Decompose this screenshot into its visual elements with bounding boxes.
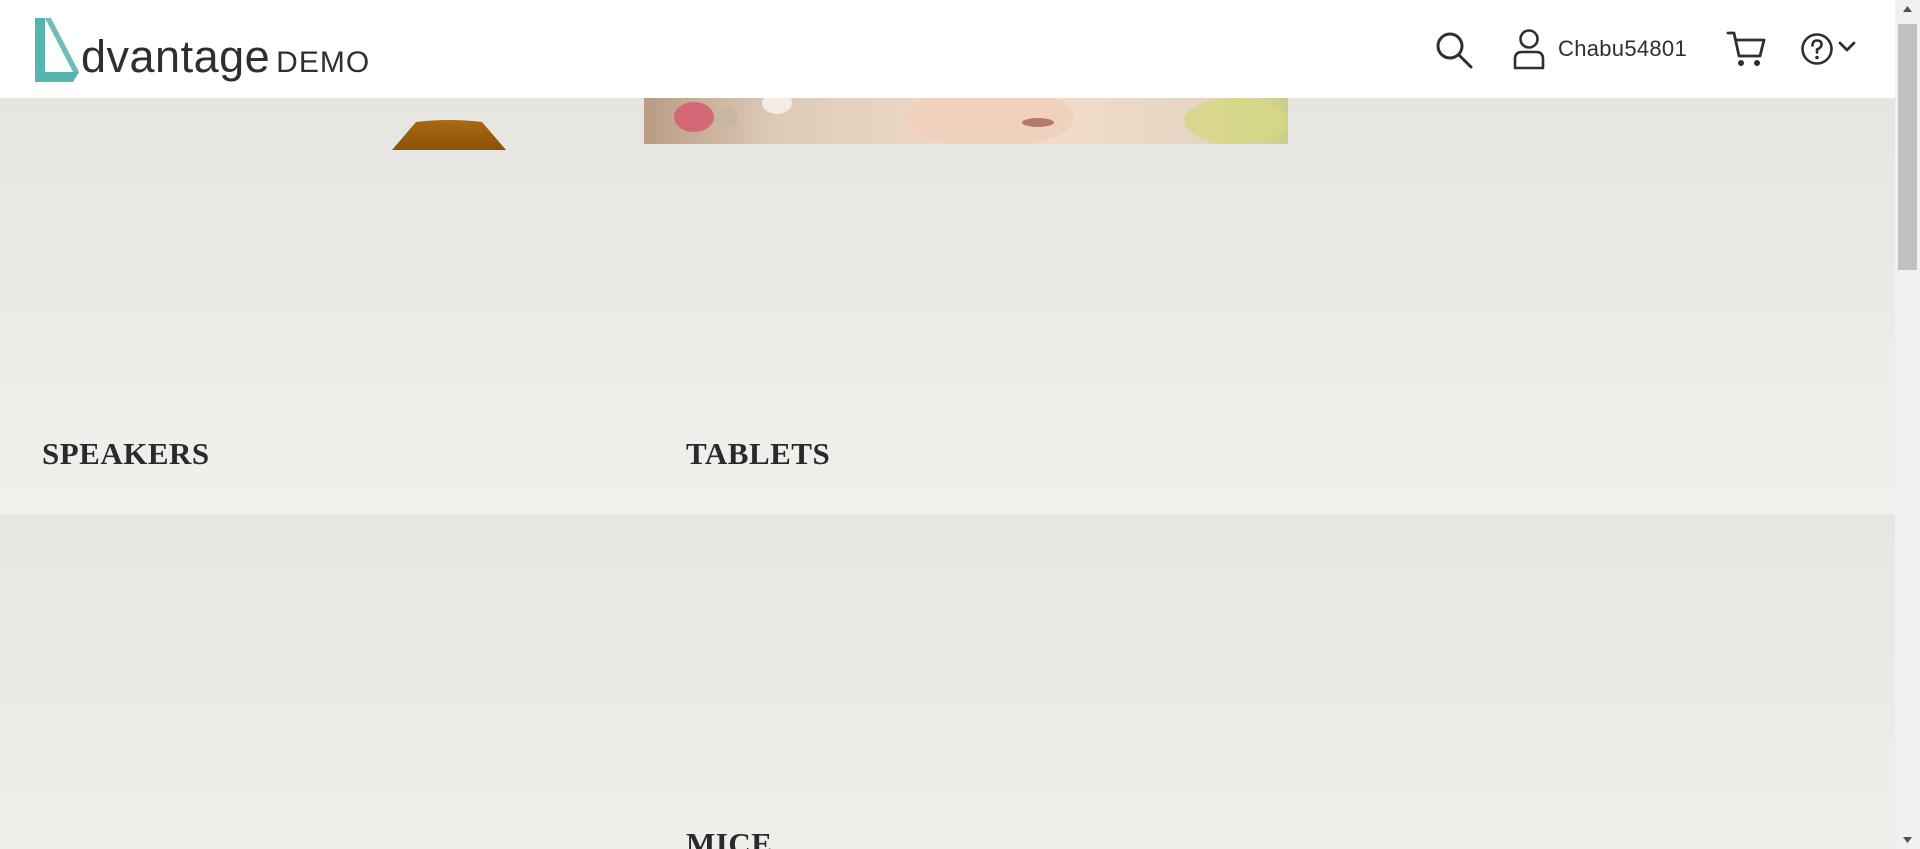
tablet-image[interactable] [644,98,1288,144]
username-link[interactable]: Chabu54801 [1558,36,1687,62]
site-header: dvantage DEMO Chabu54801 [0,0,1895,98]
photo-flower [674,102,714,132]
scroll-down-arrow-icon[interactable] [1902,836,1913,844]
speaker-image[interactable] [392,120,506,150]
user-icon[interactable] [1512,28,1546,70]
scroll-up-arrow-icon[interactable] [1902,5,1913,13]
category-label-mice[interactable]: MICE [686,826,772,849]
chevron-down-icon[interactable] [1838,40,1856,54]
scrollbar-thumb[interactable] [1898,24,1917,270]
category-label-tablets[interactable]: TABLETS [686,436,830,472]
logo-a-icon [35,18,79,82]
photo-leaf [762,98,792,114]
search-icon[interactable] [1434,30,1474,70]
category-row: SPEAKERS TABLETS [0,98,1895,514]
photo-foliage [1184,98,1288,144]
photo-lips [1022,118,1054,127]
logo[interactable]: dvantage DEMO [33,14,370,84]
cart-icon[interactable] [1726,30,1766,68]
category-grid: SPEAKERS TABLETS MICE [0,98,1895,849]
photo-flower [714,108,738,128]
category-label-speakers[interactable]: SPEAKERS [42,436,210,472]
logo-demo: DEMO [276,46,371,79]
logo-word: dvantage [81,31,271,82]
vertical-scrollbar[interactable] [1895,0,1920,849]
category-row [0,514,1895,849]
help-icon[interactable] [1800,32,1834,66]
